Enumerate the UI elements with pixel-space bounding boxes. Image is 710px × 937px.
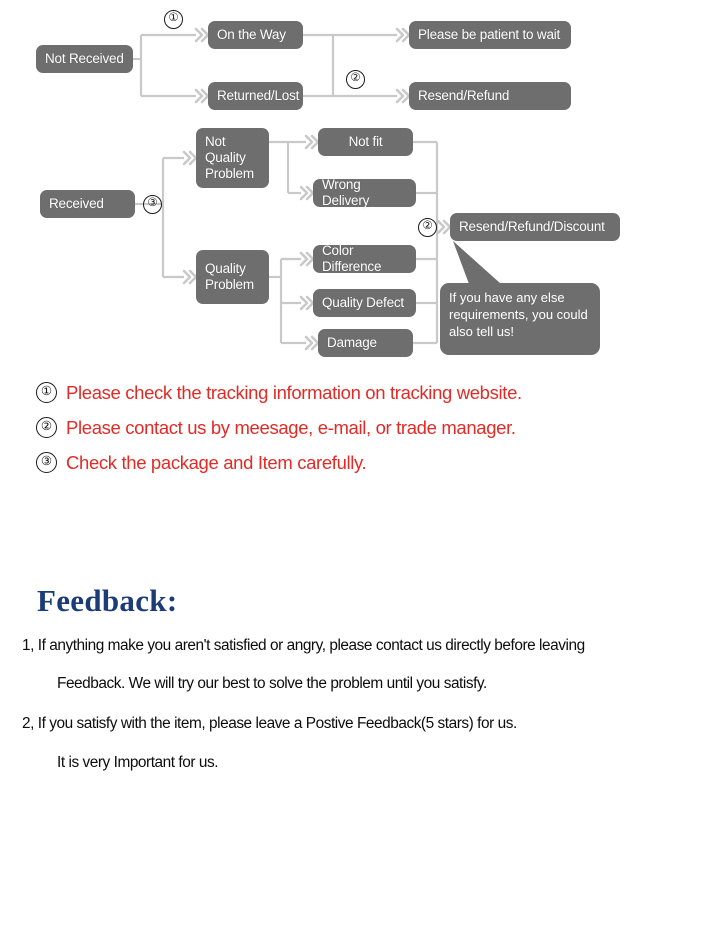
note-item-1: ① Please check the tracking information … bbox=[0, 375, 710, 410]
node-received[interactable]: Received bbox=[40, 190, 135, 218]
node-quality-defect[interactable]: Quality Defect bbox=[313, 289, 416, 317]
callout-bubble: If you have any else requirements, you c… bbox=[440, 283, 600, 355]
feedback-line-1-cont: Feedback. We will try our best to solve … bbox=[57, 675, 487, 692]
note-item-3: ③ Check the package and Item carefully. bbox=[0, 445, 710, 480]
feedback-line-1: 1, If anything make you aren't satisfied… bbox=[22, 637, 585, 654]
node-returned-lost[interactable]: Returned/Lost bbox=[208, 82, 303, 110]
note-number-3: ③ bbox=[36, 452, 57, 473]
node-not-quality-problem[interactable]: Not Quality Problem bbox=[196, 128, 269, 188]
feedback-section: Feedback: 1, If anything make you aren't… bbox=[0, 583, 710, 772]
node-quality-problem[interactable]: Quality Problem bbox=[196, 250, 269, 304]
node-on-the-way[interactable]: On the Way bbox=[208, 21, 303, 49]
node-please-be-patient[interactable]: Please be patient to wait bbox=[409, 21, 571, 49]
node-color-difference[interactable]: Color Difference bbox=[313, 243, 416, 274]
feedback-heading: Feedback: bbox=[37, 583, 178, 618]
note-number-1: ① bbox=[36, 382, 57, 403]
node-resend-refund[interactable]: Resend/Refund bbox=[409, 82, 571, 110]
marker-step-1-top: ① bbox=[164, 10, 183, 29]
node-not-received[interactable]: Not Received bbox=[36, 45, 133, 73]
note-text-2: Please contact us by meesage, e-mail, or… bbox=[66, 416, 516, 438]
after-sales-flow-diagram: Not Received On the Way Returned/Lost Pl… bbox=[0, 0, 710, 375]
marker-step-2-top: ② bbox=[346, 70, 365, 89]
note-item-2: ② Please contact us by meesage, e-mail, … bbox=[0, 410, 710, 445]
node-not-fit[interactable]: Not fit bbox=[318, 128, 413, 156]
note-text-1: Please check the tracking information on… bbox=[66, 381, 522, 403]
note-text-3: Check the package and Item carefully. bbox=[66, 451, 367, 473]
marker-step-2-mid: ② bbox=[418, 218, 437, 237]
feedback-line-2-cont: It is very Important for us. bbox=[57, 754, 219, 771]
feedback-line-2: 2, If you satisfy with the item, please … bbox=[22, 715, 517, 732]
numbered-notes-list: ① Please check the tracking information … bbox=[0, 375, 710, 480]
node-damage[interactable]: Damage bbox=[318, 329, 413, 357]
note-number-2: ② bbox=[36, 417, 57, 438]
marker-step-3: ③ bbox=[143, 195, 162, 214]
node-wrong-delivery[interactable]: Wrong Delivery bbox=[313, 177, 416, 208]
